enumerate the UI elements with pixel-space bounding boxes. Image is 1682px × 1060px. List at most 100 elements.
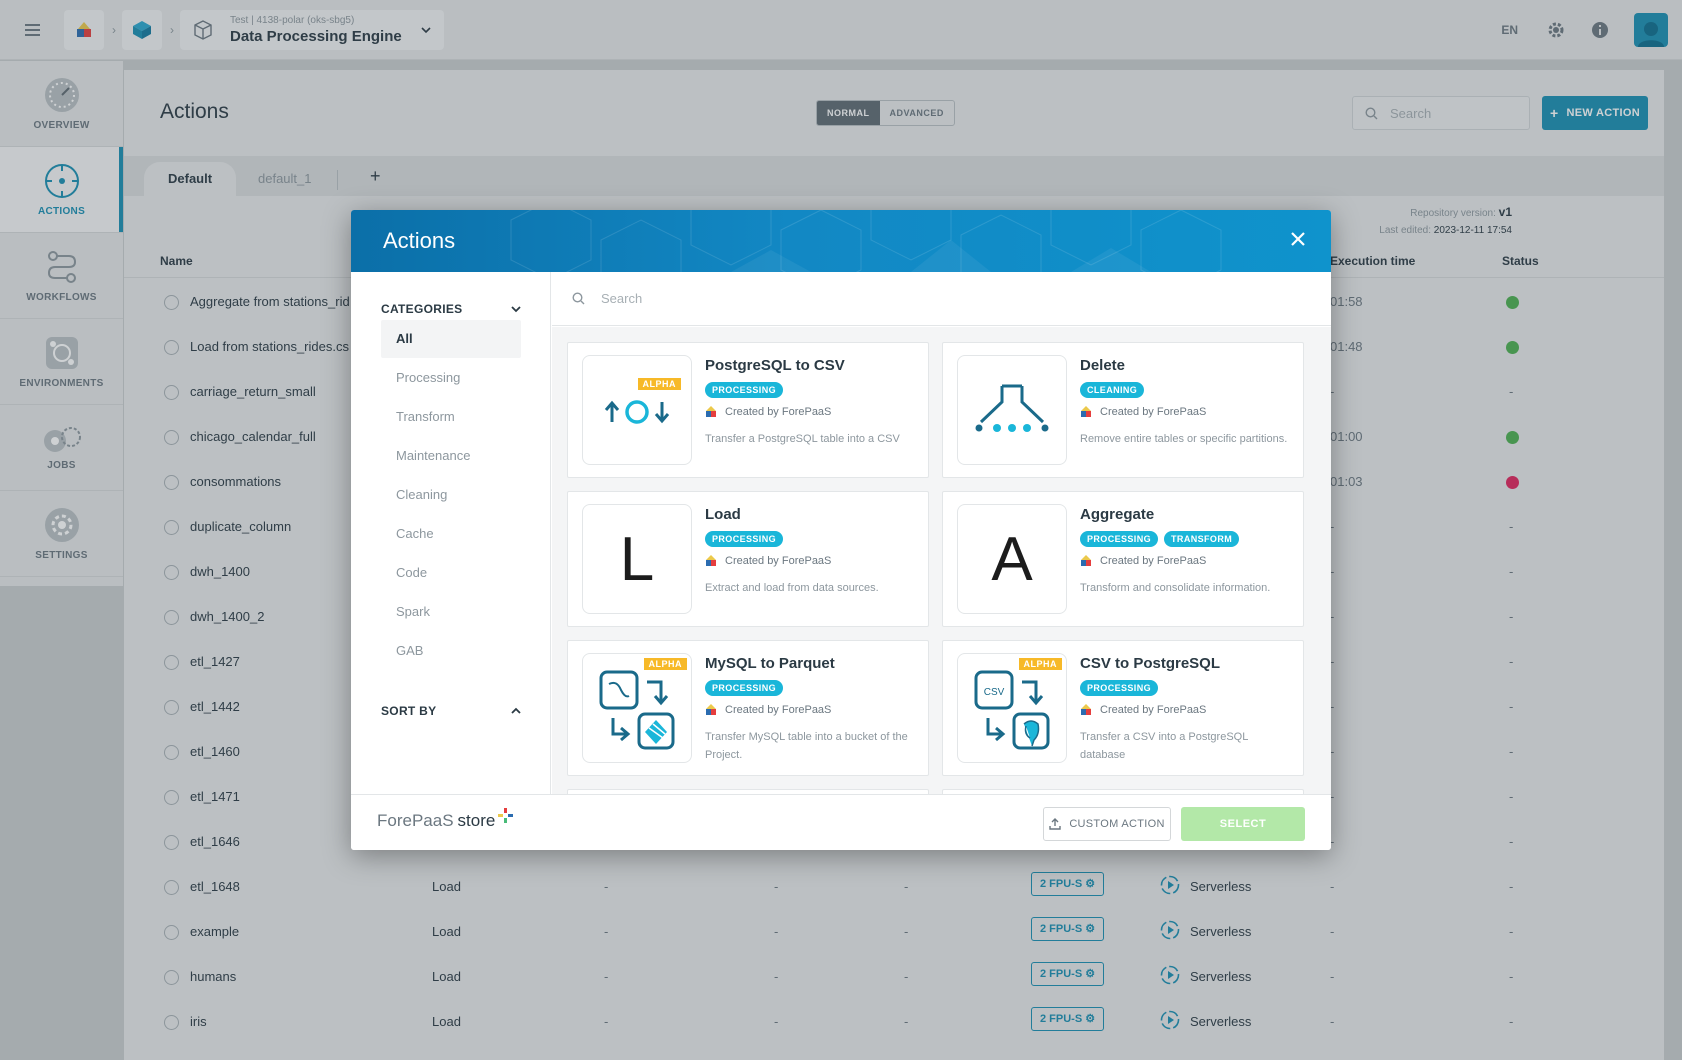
category-badge: PROCESSING: [705, 680, 784, 696]
modal-search-bar: [552, 272, 1331, 326]
card-description: Transform and consolidate information.: [1080, 582, 1271, 594]
brand-name: ForePaaS: [377, 811, 454, 830]
category-spark[interactable]: Spark: [381, 593, 521, 631]
delete-tree-icon: [975, 384, 1049, 432]
category-processing[interactable]: Processing: [381, 359, 521, 397]
card-thumbnail: [957, 355, 1067, 465]
category-badge: PROCESSING: [705, 531, 784, 547]
modal-header: Actions: [351, 210, 1331, 272]
card-description: Transfer MySQL table into a bucket of th…: [705, 731, 908, 761]
category-transform[interactable]: Transform: [381, 398, 521, 436]
alpha-badge: ALPHA: [637, 378, 681, 390]
card-thumbnail: L: [582, 504, 692, 614]
action-card-delete[interactable]: Delete CLEANING Created by ForePaaS Remo…: [942, 342, 1304, 478]
category-cleaning[interactable]: Cleaning: [381, 476, 521, 514]
creator-text: Created by ForePaaS: [1100, 704, 1207, 716]
card-description: Transfer a CSV into a PostgreSQL databas…: [1080, 731, 1248, 761]
card-letter: A: [991, 524, 1033, 594]
creator-text: Created by ForePaaS: [725, 406, 832, 418]
categories-toggle[interactable]: CATEGORIES: [381, 302, 521, 316]
card-description: Transfer a PostgreSQL table into a CSV: [705, 433, 900, 445]
forepaas-logo-icon: [706, 704, 716, 715]
category-maintenance[interactable]: Maintenance: [381, 437, 521, 475]
card-creator: Created by ForePaaS: [1080, 555, 1206, 567]
creator-text: Created by ForePaaS: [1100, 406, 1207, 418]
forepaas-logo-icon: [1081, 704, 1091, 715]
card-thumbnail: CSV ALPHA: [957, 653, 1067, 763]
store-search-input[interactable]: [601, 291, 1201, 306]
category-all[interactable]: All: [381, 320, 521, 358]
card-title: Delete: [1080, 357, 1126, 374]
card-title: PostgreSQL to CSV: [705, 357, 845, 374]
transfer-icon: [604, 400, 670, 424]
forepaas-store-logo: ForePaaS store: [377, 808, 514, 831]
close-icon: [1291, 232, 1305, 246]
upload-icon: [1049, 818, 1062, 830]
custom-action-button[interactable]: CUSTOM ACTION: [1043, 807, 1171, 841]
card-description: Extract and load from data sources.: [705, 582, 879, 594]
actions-store-modal: Actions CATEGORIES All Processing Transfor…: [351, 210, 1331, 850]
card-badges: PROCESSING: [705, 531, 784, 547]
card-title: Aggregate: [1080, 506, 1155, 523]
card-creator: Created by ForePaaS: [705, 555, 831, 567]
category-gab[interactable]: GAB: [381, 632, 521, 670]
category-badge: PROCESSING: [1080, 680, 1159, 696]
forepaas-logo-icon: [706, 406, 716, 417]
forepaas-logo-icon: [1081, 555, 1091, 566]
header-pattern-icon: [510, 210, 1222, 272]
categories-label: CATEGORIES: [381, 302, 463, 316]
category-cache[interactable]: Cache: [381, 515, 521, 553]
card-letter: L: [619, 524, 655, 594]
action-card-csv-to-postgresql[interactable]: CSV ALPHA CSV to PostgreSQL PROCESSING C…: [942, 640, 1304, 776]
card-creator: Created by ForePaaS: [1080, 406, 1206, 418]
category-code[interactable]: Code: [381, 554, 521, 592]
action-card-load[interactable]: L Load PROCESSING Created by ForePaaS Ex…: [567, 491, 929, 627]
card-description: Remove entire tables or specific partiti…: [1080, 433, 1288, 445]
category-badge: PROCESSING: [705, 382, 784, 398]
card-creator: Created by ForePaaS: [1080, 704, 1206, 716]
modal-footer: ForePaaS store CUSTOM ACTION SELECT: [351, 794, 1331, 850]
chevron-down-icon: [511, 306, 521, 313]
card-badges: PROCESSING TRANSFORM: [1080, 531, 1240, 547]
card-title: MySQL to Parquet: [705, 655, 835, 672]
creator-text: Created by ForePaaS: [725, 704, 832, 716]
creator-text: Created by ForePaaS: [725, 555, 832, 567]
action-card-mysql-to-parquet[interactable]: ALPHA MySQL to Parquet PROCESSING Create…: [567, 640, 929, 776]
chevron-up-icon: [511, 707, 521, 714]
sparkle-icon: [498, 808, 514, 823]
card-thumbnail: ALPHA: [582, 355, 692, 465]
card-title: Load: [705, 506, 741, 523]
action-card-postgresql-to-csv[interactable]: ALPHA PostgreSQL to CSV PROCESSING Creat…: [567, 342, 929, 478]
categories-panel: CATEGORIES All Processing Transform Mainten…: [351, 272, 551, 794]
category-badge: TRANSFORM: [1164, 531, 1240, 547]
alpha-badge: ALPHA: [1018, 658, 1062, 670]
modal-title: Actions: [383, 228, 456, 253]
search-icon: [572, 292, 585, 305]
card-thumbnail: ALPHA: [582, 653, 692, 763]
card-badges: CLEANING: [1080, 382, 1145, 398]
csv-postgresql-icon: CSV: [974, 670, 1050, 750]
creator-text: Created by ForePaaS: [1100, 555, 1207, 567]
select-button[interactable]: SELECT: [1181, 807, 1305, 841]
close-modal-button[interactable]: [1285, 226, 1311, 252]
card-badges: PROCESSING: [1080, 680, 1159, 696]
sort-by-label: SORT BY: [381, 704, 437, 718]
card-creator: Created by ForePaaS: [705, 406, 831, 418]
csv-thumb-text: CSV: [984, 687, 1005, 698]
card-badges: PROCESSING: [705, 680, 784, 696]
forepaas-logo-icon: [706, 555, 716, 566]
sort-by-toggle[interactable]: SORT BY: [381, 704, 521, 718]
category-badge: PROCESSING: [1080, 531, 1159, 547]
card-title: CSV to PostgreSQL: [1080, 655, 1221, 672]
forepaas-logo-icon: [1081, 406, 1091, 417]
card-badges: PROCESSING: [705, 382, 784, 398]
custom-action-label: CUSTOM ACTION: [1069, 818, 1165, 830]
brand-store: store: [457, 811, 496, 830]
card-thumbnail: A: [957, 504, 1067, 614]
action-card-aggregate[interactable]: A Aggregate PROCESSING TRANSFORM Created…: [942, 491, 1304, 627]
card-creator: Created by ForePaaS: [705, 704, 831, 716]
category-badge: CLEANING: [1080, 382, 1145, 398]
alpha-badge: ALPHA: [643, 658, 687, 670]
mysql-parquet-icon: [599, 670, 675, 750]
action-cards-grid: ALPHA PostgreSQL to CSV PROCESSING Creat…: [552, 327, 1331, 794]
